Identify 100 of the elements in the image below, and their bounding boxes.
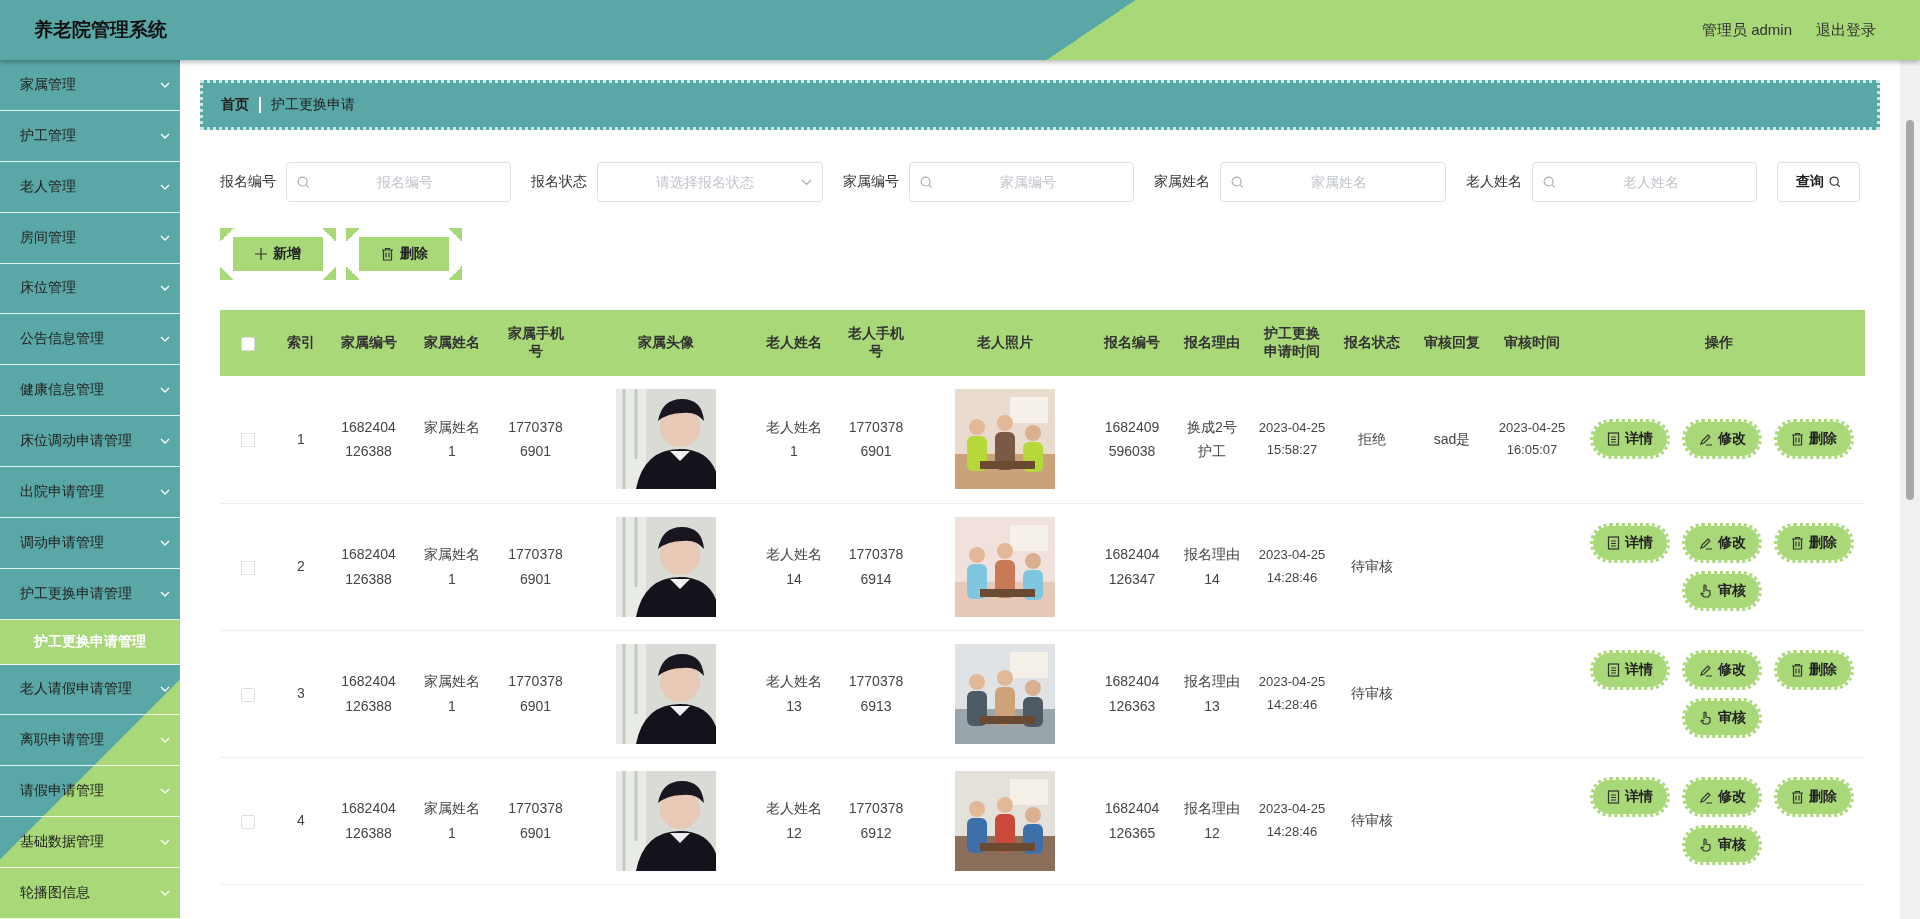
table-cell-text: 17703786901: [507, 672, 564, 716]
row-checkbox[interactable]: [241, 433, 255, 448]
table-cell: 待审核: [1351, 685, 1393, 702]
table-cell-text: 17703786901: [847, 417, 904, 462]
search-field[interactable]: 报名编号: [286, 162, 512, 202]
add-button[interactable]: 新增: [220, 228, 336, 280]
sidebar-item[interactable]: 家属管理: [0, 60, 180, 111]
review-button[interactable]: 审核: [1682, 697, 1762, 738]
review-button[interactable]: 审核: [1682, 824, 1762, 865]
sidebar-item[interactable]: 轮播图信息: [0, 868, 180, 919]
pencil-icon: [1698, 432, 1713, 447]
column-header: 家属姓名: [424, 334, 480, 352]
edit-button[interactable]: 修改: [1682, 419, 1762, 460]
delete-button[interactable]: 删除: [346, 228, 462, 280]
delete-button[interactable]: 删除: [1774, 776, 1854, 817]
column-header: 老人姓名: [766, 334, 822, 352]
chevron-down-icon: [160, 788, 170, 795]
edit-button[interactable]: 修改: [1682, 649, 1762, 690]
table-cell-text: 2023-04-25 16:05:07: [1497, 418, 1567, 460]
sidebar-item[interactable]: 健康信息管理: [0, 365, 180, 417]
table-cell-text: 换成2号护工: [1186, 417, 1238, 462]
sidebar-item[interactable]: 离职申请管理: [0, 715, 180, 767]
details-button[interactable]: 详情: [1590, 649, 1670, 690]
sidebar-item[interactable]: 护工更换申请管理: [0, 568, 180, 620]
delete-button[interactable]: 删除: [1774, 649, 1854, 690]
table-cell-text: 1682404126388: [340, 799, 397, 843]
pointing-hand-icon: [1698, 583, 1713, 598]
table-cell-text: 1682404126388: [340, 417, 397, 462]
chevron-down-icon: [160, 81, 170, 88]
column-header: 操作: [1704, 334, 1733, 352]
column-header: 家属头像: [637, 334, 694, 352]
table-cell: 3: [297, 685, 305, 702]
search-input[interactable]: 报名编号: [310, 163, 501, 201]
query-button[interactable]: 查询: [1777, 162, 1861, 202]
sidebar-item[interactable]: 基础数据管理: [0, 817, 180, 868]
select-all-checkbox[interactable]: [241, 337, 255, 352]
table-cell-text: 17703786901: [507, 545, 564, 589]
scrollbar-thumb[interactable]: [1906, 120, 1914, 500]
sidebar-item[interactable]: 老人请假申请管理: [0, 664, 180, 716]
table-cell-text: 老人姓名14: [765, 545, 823, 589]
select-field[interactable]: 请选择报名状态: [597, 162, 823, 202]
table-cell-text: 老人姓名12: [765, 799, 823, 843]
column-header: 老人手机号: [847, 325, 905, 361]
scrollbar[interactable]: [1900, 60, 1920, 919]
table-cell-text: 17703786913: [847, 672, 904, 716]
sidebar-item[interactable]: 房间管理: [0, 212, 180, 264]
sidebar-item[interactable]: 请假申请管理: [0, 766, 180, 818]
breadcrumb-link[interactable]: 首页: [221, 96, 249, 114]
delete-button[interactable]: 删除: [1774, 522, 1854, 563]
select-input[interactable]: 请选择报名状态: [608, 163, 801, 201]
trash-icon: [1791, 432, 1804, 447]
column-header: 家属编号: [340, 334, 397, 352]
chevron-down-icon: [160, 336, 170, 343]
chevron-down-icon: [160, 387, 170, 394]
sidebar-item[interactable]: 公告信息管理: [0, 314, 180, 366]
search-field[interactable]: 家属姓名: [1220, 162, 1446, 202]
edit-button[interactable]: 修改: [1682, 522, 1762, 563]
app-title: 养老院管理系统: [34, 18, 167, 42]
logout-link[interactable]: 退出登录: [1816, 20, 1876, 40]
document-icon: [1607, 789, 1620, 804]
table-cell: 待审核: [1351, 558, 1393, 575]
column-header: 护工更换申请时间: [1262, 325, 1321, 361]
table-cell-text: 家属姓名1: [423, 417, 481, 462]
table-cell-text: 17703786914: [847, 545, 904, 589]
table-cell-text: 老人姓名1: [765, 417, 823, 462]
sidebar-item[interactable]: 出院申请管理: [0, 467, 180, 518]
sidebar-item[interactable]: 调动申请管理: [0, 517, 180, 569]
column-header: 报名理由: [1184, 334, 1240, 352]
row-checkbox[interactable]: [241, 560, 255, 575]
search-input[interactable]: 家属编号: [932, 163, 1124, 201]
chevron-down-icon: [160, 438, 170, 445]
sidebar-item[interactable]: 床位管理: [0, 263, 180, 315]
search-input[interactable]: 老人姓名: [1555, 163, 1747, 201]
search-input[interactable]: 家属姓名: [1244, 163, 1435, 201]
row-checkbox[interactable]: [241, 814, 255, 829]
sidebar-item[interactable]: 老人管理: [0, 161, 180, 213]
sidebar-item[interactable]: 床位调动申请管理: [0, 416, 180, 467]
column-header: 审核时间: [1504, 334, 1560, 352]
search-icon: [1829, 176, 1842, 188]
table-cell-text: 17703786912: [847, 799, 904, 843]
details-button[interactable]: 详情: [1590, 776, 1670, 817]
column-header: 索引: [287, 334, 315, 352]
edit-button[interactable]: 修改: [1682, 776, 1762, 817]
table-cell: 拒绝: [1358, 431, 1386, 447]
details-button[interactable]: 详情: [1590, 522, 1670, 563]
review-button[interactable]: 审核: [1682, 570, 1762, 611]
column-header: 审核回复: [1424, 334, 1480, 352]
table-cell-text: 家属姓名1: [423, 799, 481, 843]
chevron-down-icon: [160, 839, 170, 846]
table-cell-text: 1682404126347: [1103, 545, 1160, 589]
row-checkbox[interactable]: [241, 687, 255, 702]
details-button[interactable]: 详情: [1590, 419, 1670, 460]
table-cell-text: 家属姓名1: [423, 672, 481, 716]
delete-button[interactable]: 删除: [1774, 419, 1854, 460]
table-cell-text: 报名理由14: [1183, 545, 1241, 589]
search-field[interactable]: 家属编号: [908, 162, 1135, 202]
chevron-down-icon: [160, 285, 170, 292]
sidebar-item[interactable]: 护工管理: [0, 110, 180, 162]
search-field[interactable]: 老人姓名: [1531, 162, 1758, 202]
table-cell-text: 老人姓名13: [765, 672, 823, 716]
